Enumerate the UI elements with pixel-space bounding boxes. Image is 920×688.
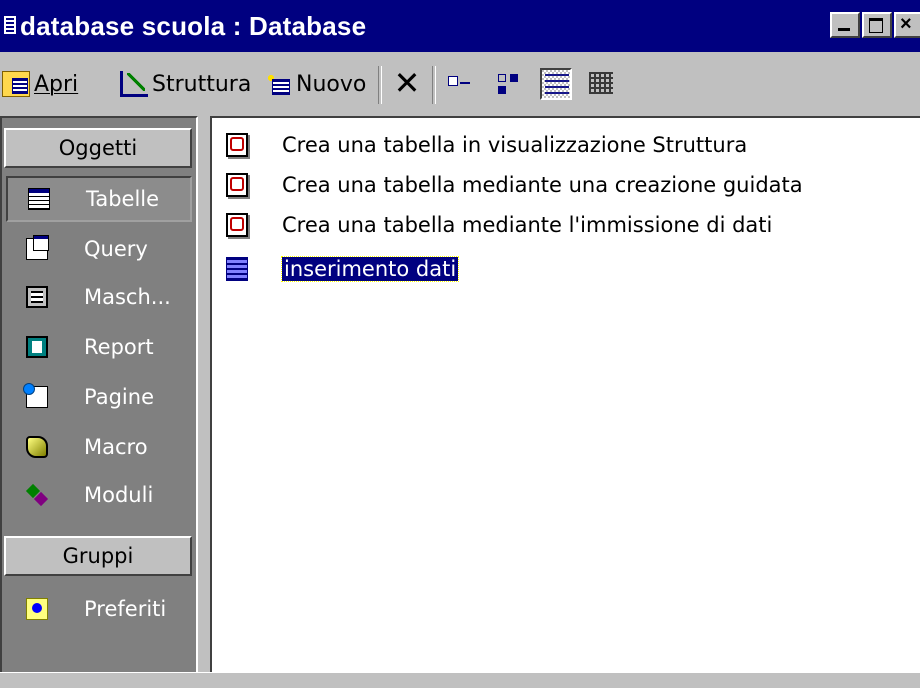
new-button-label: Nuovo — [296, 71, 367, 97]
favorites-icon — [26, 598, 48, 620]
sidebar-item-query[interactable]: Query — [6, 226, 192, 272]
wizard-icon — [226, 133, 248, 157]
query-icon — [26, 235, 49, 260]
toolbar-separator — [378, 66, 382, 104]
sidebar-item-maschere[interactable]: Masch... — [6, 274, 192, 320]
open-button-label: Apri — [34, 71, 79, 97]
details-view-button[interactable] — [586, 68, 618, 100]
sidebar-item-label: Moduli — [84, 483, 154, 507]
maximize-button[interactable] — [862, 12, 892, 38]
table-icon — [226, 257, 248, 281]
new-button[interactable]: Nuovo — [264, 64, 366, 104]
wizard-icon — [226, 173, 248, 197]
macro-icon — [26, 436, 48, 458]
sidebar-item-macro[interactable]: Macro — [6, 424, 192, 470]
open-button[interactable]: Apri — [2, 64, 78, 104]
title-bar[interactable]: database scuola : Database × — [0, 0, 920, 52]
report-icon — [26, 336, 48, 358]
sidebar-item-preferiti[interactable]: Preferiti — [6, 586, 192, 632]
sidebar-item-label: Tabelle — [86, 187, 160, 211]
sidebar-item-label: Query — [84, 237, 148, 261]
groups-button[interactable]: Gruppi — [4, 536, 192, 576]
objects-list: Crea una tabella in visualizzazione Stru… — [210, 116, 920, 672]
wizard-icon — [226, 213, 248, 237]
new-object-icon — [264, 71, 292, 97]
window-controls: × — [830, 12, 920, 38]
minimize-button[interactable] — [830, 12, 860, 38]
module-icon — [26, 484, 48, 506]
list-item[interactable]: Crea una tabella mediante l'immissione d… — [226, 208, 772, 242]
sidebar-item-label: Macro — [84, 435, 148, 459]
sidebar-item-label: Report — [84, 335, 154, 359]
open-table-icon — [2, 71, 30, 97]
database-icon[interactable] — [4, 16, 16, 34]
sidebar-item-label: Pagine — [84, 385, 154, 409]
sidebar-item-pagine[interactable]: Pagine — [6, 374, 192, 420]
objects-group-button[interactable]: Oggetti — [4, 128, 192, 168]
list-item[interactable]: Crea una tabella in visualizzazione Stru… — [226, 128, 747, 162]
delete-button[interactable]: ✕ — [392, 67, 422, 100]
close-button[interactable]: × — [894, 12, 920, 38]
sidebar-item-report[interactable]: Report — [6, 324, 192, 370]
page-icon — [23, 383, 48, 408]
design-button-label: Struttura — [152, 71, 252, 97]
database-toolbar: Apri Struttura Nuovo ✕ — [0, 56, 920, 112]
design-button[interactable]: Struttura — [120, 64, 251, 104]
toolbar-separator — [432, 66, 436, 104]
form-icon — [26, 286, 48, 308]
sidebar-item-label: Masch... — [84, 285, 171, 309]
large-icons-view-button[interactable] — [446, 68, 478, 100]
list-item-label: inserimento dati — [280, 256, 460, 282]
list-item-label: Crea una tabella mediante l'immissione d… — [282, 213, 773, 237]
design-icon — [120, 71, 148, 97]
sidebar-item-tabelle[interactable]: Tabelle — [6, 176, 192, 222]
window-title: database scuola : Database — [20, 11, 367, 41]
sidebar-item-moduli[interactable]: Moduli — [6, 472, 192, 518]
table-icon — [28, 188, 50, 210]
list-item-label: Crea una tabella in visualizzazione Stru… — [282, 133, 748, 157]
database-window: database scuola : Database × Apri Strutt… — [0, 0, 920, 688]
small-icons-view-button[interactable] — [494, 68, 526, 100]
sidebar-item-label: Preferiti — [84, 597, 167, 621]
list-view-button[interactable] — [540, 68, 572, 100]
list-item-label: Crea una tabella mediante una creazione … — [282, 173, 803, 197]
list-item[interactable]: Crea una tabella mediante una creazione … — [226, 168, 803, 202]
list-item-selected[interactable]: inserimento dati — [226, 252, 460, 286]
objects-bar: Oggetti Tabelle Query Masch... Report Pa… — [0, 116, 198, 672]
status-strip — [0, 672, 920, 688]
